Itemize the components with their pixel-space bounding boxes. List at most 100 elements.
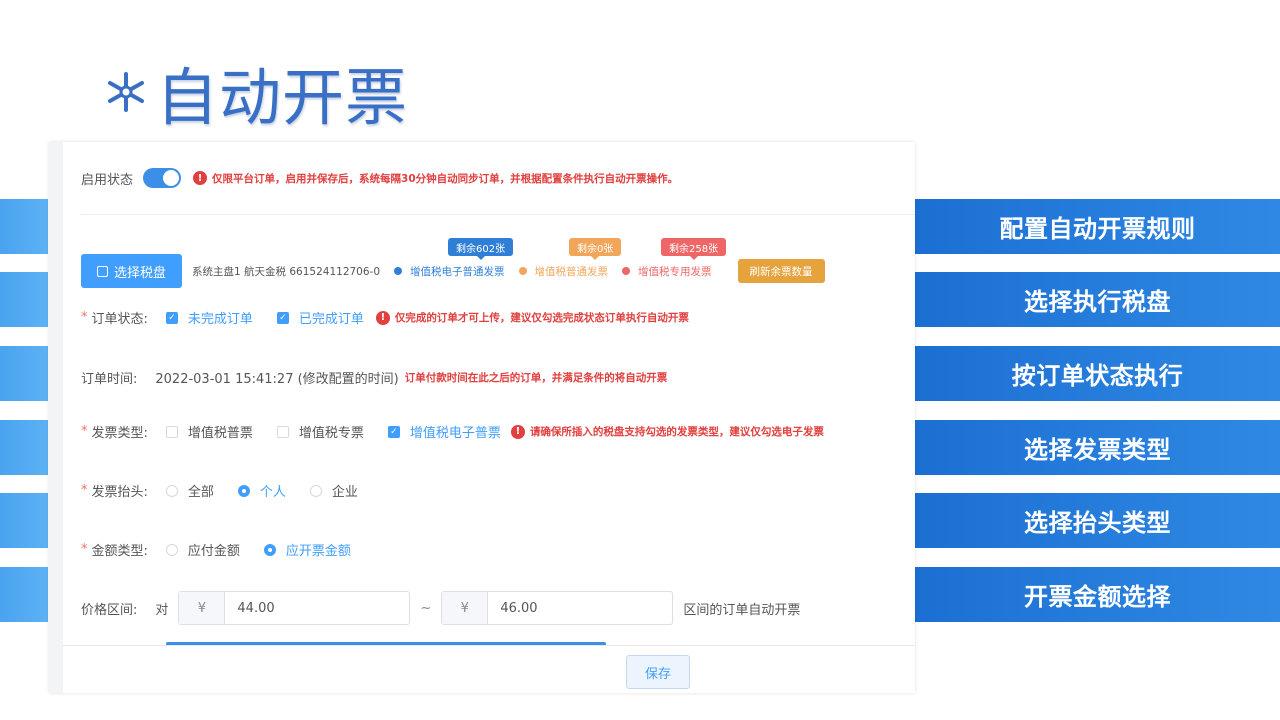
right-label-order-status: 按订单状态执行 [915, 346, 1280, 401]
price-max-value[interactable]: 46.00 [488, 592, 672, 624]
left-accent-stripe [0, 199, 48, 254]
price-range-row: 价格区间: 对 ¥ 44.00 ~ ¥ 46.00 区间的订单自动开票 [81, 591, 800, 625]
invoice-header-label: 发票抬头: [91, 485, 148, 500]
invoice-type-row: * 发票类型: 增值税普票 增值税专票 ✓ 增值税电子普票 ! 请确保所插入的税… [81, 422, 824, 441]
refresh-remain-button[interactable]: 刷新余票数量 [737, 259, 825, 283]
enable-notice-text: 仅限平台订单，启用并保存后，系统每隔30分钟自动同步订单，并根据配置条件执行自动… [212, 172, 679, 185]
amount-type-row: * 金额类型: 应付金额 应开票金额 [81, 540, 375, 559]
invoice-type-normal-label: 增值税普票 [187, 426, 253, 441]
invoice-type-normal-option[interactable]: 增值税普票 [165, 422, 253, 441]
radio-empty-icon[interactable] [309, 484, 322, 497]
radio-selected-icon[interactable] [237, 484, 250, 497]
radio-empty-icon[interactable] [165, 484, 178, 497]
slide-title: 自动开票 [104, 52, 408, 134]
amount-payable-label: 应付金额 [187, 544, 240, 559]
amount-invoiceable-label: 应开票金额 [285, 544, 351, 559]
order-status-label: 订单状态: [91, 312, 148, 327]
price-min-value[interactable]: 44.00 [225, 592, 409, 624]
order-status-row: * 订单状态: ✓ 未完成订单 ✓ 已完成订单 ! 仅完成的订单才可上传，建议仅… [81, 308, 689, 327]
radio-empty-icon[interactable] [165, 543, 178, 556]
warning-icon: ! [510, 424, 525, 439]
header-personal-option[interactable]: 个人 [237, 481, 286, 500]
warning-icon: ! [375, 310, 390, 325]
asterisk-icon [108, 72, 144, 112]
invoice-type-electronic-option[interactable]: ✓ 增值税电子普票 [387, 422, 501, 441]
required-mark: * [81, 310, 88, 325]
checkbox-empty-icon[interactable] [165, 425, 178, 438]
type-electronic: 增值税电子普通发票 [410, 265, 505, 278]
slide-title-text: 自动开票 [156, 61, 409, 134]
disk-info: 系统主盘1 航天金税 661524112706-0 [192, 265, 381, 278]
price-min-input[interactable]: ¥ 44.00 [178, 591, 411, 625]
header-personal-label: 个人 [259, 485, 286, 500]
checkbox-checked-icon[interactable]: ✓ [387, 425, 400, 438]
header-all-label: 全部 [187, 485, 214, 500]
checkbox-empty-icon[interactable] [276, 425, 289, 438]
right-label-invoice-type: 选择发票类型 [915, 420, 1280, 475]
left-accent-stripe [0, 272, 48, 327]
required-mark: * [81, 424, 88, 439]
radio-selected-icon[interactable] [263, 543, 276, 556]
footer-divider [63, 645, 915, 646]
header-all-option[interactable]: 全部 [165, 481, 214, 500]
order-finished-label: 已完成订单 [298, 312, 364, 327]
dot-electronic-icon [394, 267, 403, 275]
dot-special-icon [622, 267, 631, 275]
enable-label: 启用状态 [81, 172, 134, 188]
type-special: 增值税专用发票 [638, 265, 712, 278]
checkbox-checked-icon[interactable]: ✓ [165, 311, 178, 324]
currency-icon: ¥ [179, 592, 226, 624]
order-time-label: 订单时间: [81, 372, 138, 387]
invoice-type-notice-text: 请确保所插入的税盘支持勾选的发票类型，建议仅勾选电子发票 [529, 426, 824, 438]
header-company-label: 企业 [331, 485, 358, 500]
divider [81, 214, 915, 215]
left-accent-stripe [0, 567, 48, 622]
range-separator: ~ [420, 600, 432, 616]
disk-row: 选择税盘 系统主盘1 航天金税 661524112706-0 增值税电子普通发票… [81, 254, 825, 288]
dot-normal-icon [518, 267, 527, 275]
right-label-rules: 配置自动开票规则 [915, 199, 1280, 254]
checkbox-checked-icon[interactable]: ✓ [276, 311, 289, 324]
invoice-type-label: 发票类型: [91, 426, 148, 441]
order-time-notice: 订单付款时间在此之后的订单，并满足条件的将自动开票 [404, 372, 668, 384]
required-mark: * [81, 483, 88, 498]
invoice-header-row: * 发票抬头: 全部 个人 企业 [81, 481, 382, 500]
order-status-notice: ! 仅完成的订单才可上传，建议仅勾选完成状态订单执行自动开票 [375, 310, 689, 325]
price-range-suffix: 区间的订单自动开票 [683, 602, 801, 618]
settings-panel: 启用状态 ! 仅限平台订单，启用并保存后，系统每隔30分钟自动同步订单，并根据配… [49, 142, 915, 693]
left-accent-stripe [0, 420, 48, 475]
type-normal: 增值税普通发票 [534, 265, 609, 278]
enable-row: 启用状态 ! 仅限平台订单，启用并保存后，系统每隔30分钟自动同步订单，并根据配… [81, 168, 678, 188]
order-time-value: 2022-03-01 15:41:27 (修改配置的时间) [155, 372, 399, 387]
right-label-amount: 开票金额选择 [915, 567, 1280, 622]
amount-payable-option[interactable]: 应付金额 [165, 540, 240, 559]
disk-icon [97, 265, 108, 277]
currency-icon: ¥ [442, 592, 489, 624]
select-disk-button[interactable]: 选择税盘 [81, 254, 183, 288]
left-accent-stripe [0, 493, 48, 548]
invoice-type-special-option[interactable]: 增值税专票 [276, 422, 364, 441]
invoice-type-notice: ! 请确保所插入的税盘支持勾选的发票类型，建议仅勾选电子发票 [510, 424, 824, 439]
warning-icon: ! [193, 171, 208, 185]
price-range-prefix: 对 [155, 602, 169, 618]
header-company-option[interactable]: 企业 [309, 481, 358, 500]
order-status-notice-text: 仅完成的订单才可上传，建议仅勾选完成状态订单执行自动开票 [394, 312, 689, 324]
order-time-row: 订单时间: 2022-03-01 15:41:27 (修改配置的时间) 订单付款… [81, 368, 667, 387]
select-disk-label: 选择税盘 [114, 265, 167, 281]
order-unfinished-option[interactable]: ✓ 未完成订单 [165, 308, 253, 327]
enable-toggle[interactable] [143, 168, 182, 188]
required-mark: * [81, 542, 88, 557]
price-max-input[interactable]: ¥ 46.00 [441, 591, 674, 625]
order-unfinished-label: 未完成订单 [187, 312, 253, 327]
save-button[interactable]: 保存 [626, 655, 690, 689]
right-label-header-type: 选择抬头类型 [915, 493, 1280, 548]
enable-notice: ! 仅限平台订单，启用并保存后，系统每隔30分钟自动同步订单，并根据配置条件执行… [193, 171, 678, 186]
order-finished-option[interactable]: ✓ 已完成订单 [276, 308, 364, 327]
price-range-label: 价格区间: [81, 602, 138, 618]
amount-invoiceable-option[interactable]: 应开票金额 [263, 540, 351, 559]
left-accent-stripe [0, 346, 48, 401]
right-label-disk: 选择执行税盘 [915, 272, 1280, 327]
amount-type-label: 金额类型: [91, 544, 148, 559]
invoice-type-electronic-label: 增值税电子普票 [409, 426, 501, 441]
invoice-type-special-label: 增值税专票 [298, 426, 364, 441]
